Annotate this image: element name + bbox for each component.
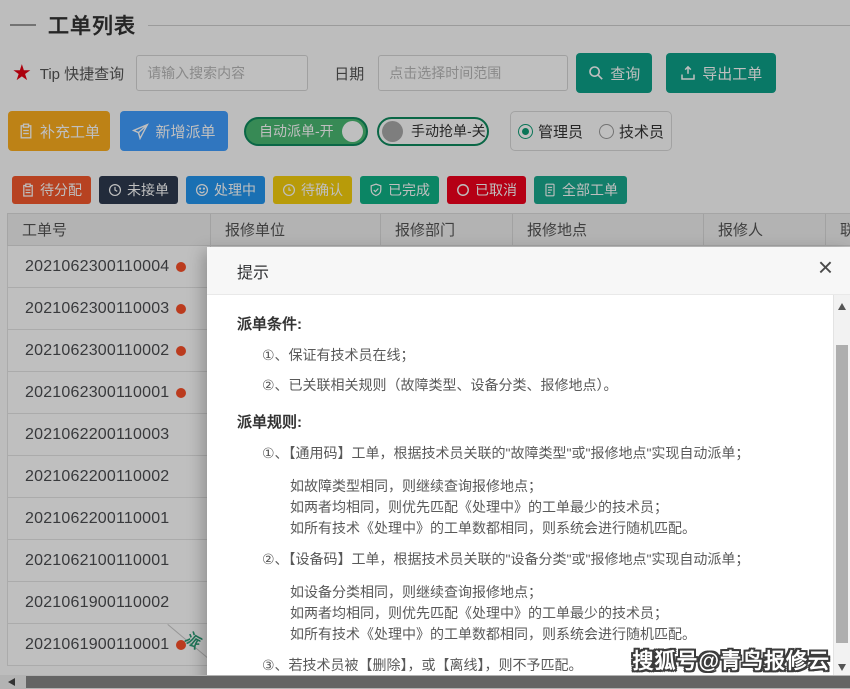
rule-item: ②、【设备码】工单，根据技术员关联的"设备分类"或"报修地点"实现自动派单；: [262, 549, 817, 569]
modal-title: 提示: [237, 259, 269, 283]
condition-item: ①、保证有技术员在线；: [262, 345, 817, 365]
rule-subitem: 如两者均相同，则优先匹配《处理中》的工单最少的技术员；: [290, 497, 817, 518]
tip-modal: 提示 × 派单条件: ①、保证有技术员在线； ②、已关联相关规则（故障类型、设备…: [207, 247, 850, 689]
scroll-down-icon[interactable]: [838, 664, 846, 671]
scroll-left-icon[interactable]: [8, 678, 15, 686]
scrollbar-thumb[interactable]: [836, 345, 848, 643]
rule-sublist: 如设备分类相同，则继续查询报修地点； 如两者均相同，则优先匹配《处理中》的工单最…: [290, 582, 817, 645]
dispatch-conditions-heading: 派单条件:: [237, 315, 817, 335]
scroll-up-icon[interactable]: [838, 303, 846, 310]
rule-subitem: 如两者均相同，则优先匹配《处理中》的工单最少的技术员；: [290, 603, 817, 624]
rule-subitem: 如故障类型相同，则继续查询报修地点；: [290, 476, 817, 497]
modal-scrollbar[interactable]: [833, 295, 850, 689]
modal-body: 派单条件: ①、保证有技术员在线； ②、已关联相关规则（故障类型、设备分类、报修…: [207, 295, 833, 689]
modal-header: 提示 ×: [207, 247, 850, 295]
rule-subitem: 如所有技术《处理中》的工单数都相同，则系统会进行随机匹配。: [290, 518, 817, 539]
horizontal-scrollbar-thumb[interactable]: [26, 676, 850, 688]
horizontal-scrollbar[interactable]: [0, 675, 850, 689]
dispatch-rules-heading: 派单规则:: [237, 413, 817, 433]
rule-item: ①、【通用码】工单，根据技术员关联的"故障类型"或"报修地点"实现自动派单；: [262, 443, 817, 463]
watermark: 搜狐号@青鸟报修云: [633, 645, 830, 675]
condition-item: ②、已关联相关规则（故障类型、设备分类、报修地点）。: [262, 375, 817, 395]
close-icon[interactable]: ×: [818, 254, 833, 280]
rule-subitem: 如所有技术《处理中》的工单数都相同，则系统会进行随机匹配。: [290, 624, 817, 645]
rule-sublist: 如故障类型相同，则继续查询报修地点； 如两者均相同，则优先匹配《处理中》的工单最…: [290, 476, 817, 539]
rule-subitem: 如设备分类相同，则继续查询报修地点；: [290, 582, 817, 603]
